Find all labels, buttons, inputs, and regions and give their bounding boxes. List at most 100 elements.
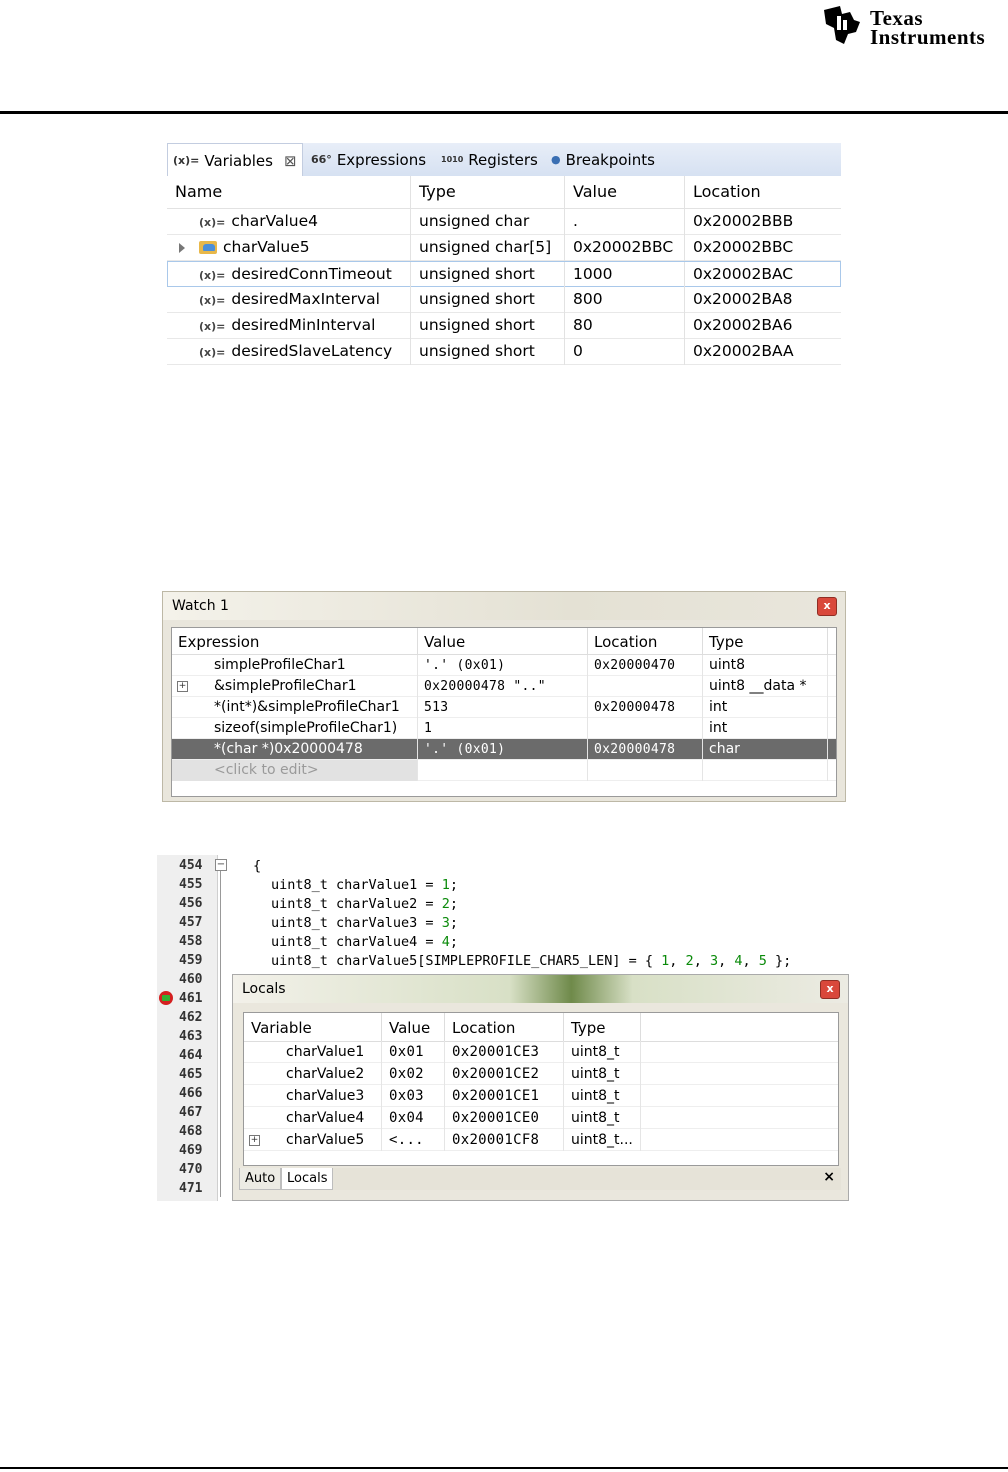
code-line-454: { bbox=[253, 858, 261, 874]
variable-icon: (x)= bbox=[199, 320, 226, 333]
column-header-value[interactable]: Value bbox=[418, 628, 588, 654]
column-header-expression[interactable]: Expression bbox=[172, 628, 418, 654]
collapse-block-icon[interactable]: − bbox=[215, 859, 227, 871]
watch-expression[interactable]: *(char *)0x20000478 bbox=[172, 739, 418, 760]
table-row[interactable]: *(int*)&simpleProfileChar1 513 0x2000047… bbox=[172, 697, 836, 718]
watch-type: int bbox=[703, 718, 828, 739]
column-header-name[interactable]: Name bbox=[167, 176, 411, 208]
watch-value[interactable]: '.' (0x01) bbox=[418, 655, 588, 676]
local-value[interactable]: <... bbox=[382, 1129, 445, 1151]
table-row-new-expression[interactable]: <click to edit> bbox=[172, 760, 836, 781]
local-value[interactable]: 0x04 bbox=[382, 1107, 445, 1129]
code-number: 1 bbox=[441, 877, 450, 893]
variables-icon: (x)= bbox=[173, 154, 200, 167]
column-header-type[interactable]: Type bbox=[703, 628, 828, 654]
watch-expression[interactable]: &simpleProfileChar1 bbox=[172, 676, 418, 697]
column-header-type[interactable]: Type bbox=[564, 1013, 641, 1041]
variable-location: 0x20002BBB bbox=[693, 212, 794, 230]
ti-logo-icon bbox=[824, 6, 860, 44]
expressions-icon: 66° bbox=[311, 153, 332, 166]
table-row[interactable]: (x)= desiredSlaveLatency unsigned short 0… bbox=[167, 339, 841, 365]
tab-variables[interactable]: (x)= Variables ⊠ bbox=[167, 143, 303, 177]
watch-value[interactable]: '.' (0x01) bbox=[418, 739, 588, 760]
variable-value[interactable]: 0 bbox=[565, 339, 685, 365]
watch-value[interactable]: 513 bbox=[418, 697, 588, 718]
local-value[interactable]: 0x02 bbox=[382, 1063, 445, 1085]
line-number: 464 bbox=[179, 1048, 203, 1063]
line-number: 462 bbox=[179, 1010, 203, 1025]
table-row-selected[interactable]: *(char *)0x20000478 '.' (0x01) 0x2000047… bbox=[172, 739, 836, 760]
column-header-value[interactable]: Value bbox=[565, 176, 685, 208]
variable-location: 0x20002BAA bbox=[693, 342, 794, 360]
close-panel-icon[interactable]: × bbox=[823, 1169, 835, 1185]
click-to-edit-field[interactable]: <click to edit> bbox=[172, 760, 418, 781]
local-variable: charValue4 bbox=[244, 1107, 382, 1129]
tab-breakpoints[interactable]: ● Breakpoints bbox=[551, 143, 655, 176]
table-row[interactable]: (x)= desiredMaxInterval unsigned short 80… bbox=[167, 287, 841, 313]
watch-value[interactable]: 0x20000478 ".." bbox=[418, 676, 588, 697]
tab-auto[interactable]: Auto bbox=[239, 1168, 282, 1190]
column-header-value[interactable]: Value bbox=[382, 1013, 445, 1041]
close-tab-icon[interactable]: ⊠ bbox=[284, 152, 297, 170]
variable-value[interactable]: 80 bbox=[565, 313, 685, 339]
local-value[interactable]: 0x03 bbox=[382, 1085, 445, 1107]
variable-value[interactable]: 0x20002BBC bbox=[565, 235, 685, 261]
line-number: 465 bbox=[179, 1067, 203, 1082]
table-row[interactable]: charValue3 0x03 0x20001CE1 uint8_t bbox=[244, 1085, 838, 1107]
locals-window: Locals x Variable Value Location Type ch… bbox=[232, 974, 849, 1201]
tab-expressions[interactable]: 66° Expressions bbox=[311, 143, 426, 176]
watch-expression[interactable]: simpleProfileChar1 bbox=[172, 655, 418, 676]
code-number: 2 bbox=[441, 896, 450, 912]
table-row-selected[interactable]: (x)= desiredConnTimeout unsigned short 10… bbox=[167, 261, 841, 288]
variable-name: charValue5 bbox=[223, 238, 310, 256]
local-variable: charValue3 bbox=[244, 1085, 382, 1107]
variable-name: desiredMaxInterval bbox=[231, 290, 380, 308]
local-location: 0x20001CE2 bbox=[445, 1063, 564, 1085]
close-icon[interactable]: x bbox=[817, 597, 837, 616]
variable-icon: (x)= bbox=[199, 346, 226, 359]
column-header-location[interactable]: Location bbox=[445, 1013, 564, 1041]
line-number: 461 bbox=[179, 991, 203, 1006]
variable-type: unsigned char[5] bbox=[411, 235, 565, 261]
watch-location: 0x20000470 bbox=[588, 655, 703, 676]
close-icon[interactable]: x bbox=[820, 980, 840, 999]
fold-guide bbox=[220, 871, 221, 1197]
tab-locals[interactable]: Locals bbox=[281, 1168, 334, 1190]
ccs-table-header: Name Type Value Location bbox=[167, 176, 841, 209]
code-text: uint8_t charValue1 = bbox=[271, 877, 442, 893]
local-variable: charValue1 bbox=[244, 1041, 382, 1063]
table-row[interactable]: charValue1 0x01 0x20001CE3 uint8_t bbox=[244, 1041, 838, 1063]
watch-expression[interactable]: sizeof(simpleProfileChar1) bbox=[172, 718, 418, 739]
tab-breakpoints-label: Breakpoints bbox=[565, 150, 655, 169]
table-row[interactable]: + &simpleProfileChar1 0x20000478 ".." ui… bbox=[172, 676, 836, 697]
watch-location bbox=[588, 718, 703, 739]
local-variable: charValue2 bbox=[244, 1063, 382, 1085]
code-text: , bbox=[742, 953, 759, 969]
variable-value[interactable]: . bbox=[565, 209, 685, 235]
column-header-variable[interactable]: Variable bbox=[244, 1013, 382, 1041]
code-text: uint8_t charValue5[SIMPLEPROFILE_CHAR5_L… bbox=[271, 953, 662, 969]
table-row[interactable]: sizeof(simpleProfileChar1) 1 int bbox=[172, 718, 836, 739]
column-header-type[interactable]: Type bbox=[411, 176, 565, 208]
locals-tab-bar: Auto Locals × bbox=[239, 1168, 841, 1190]
table-row[interactable]: charValue4 0x04 0x20001CE0 uint8_t bbox=[244, 1107, 838, 1129]
table-row[interactable]: simpleProfileChar1 '.' (0x01) 0x20000470… bbox=[172, 655, 836, 676]
variable-value[interactable]: 800 bbox=[565, 287, 685, 313]
variable-value[interactable]: 1000 bbox=[565, 262, 685, 288]
table-row[interactable]: (x)= desiredMinInterval unsigned short 80… bbox=[167, 313, 841, 339]
watch-value[interactable]: 1 bbox=[418, 718, 588, 739]
local-value[interactable]: 0x01 bbox=[382, 1041, 445, 1063]
current-statement-breakpoint-icon[interactable] bbox=[159, 991, 173, 1005]
column-header-location[interactable]: Location bbox=[588, 628, 703, 654]
variable-type: unsigned char bbox=[411, 209, 565, 235]
column-header-location[interactable]: Location bbox=[685, 176, 841, 208]
tab-registers[interactable]: 1010 Registers bbox=[441, 143, 538, 176]
code-text: }; bbox=[766, 953, 792, 969]
table-row[interactable]: charValue2 0x02 0x20001CE2 uint8_t bbox=[244, 1063, 838, 1085]
watch-location: 0x20000478 bbox=[588, 697, 703, 718]
table-row[interactable]: charValue5 unsigned char[5] 0x20002BBC 0… bbox=[167, 235, 841, 261]
watch-value bbox=[418, 760, 588, 781]
table-row[interactable]: (x)= charValue4 unsigned char . 0x20002BB… bbox=[167, 209, 841, 235]
watch-expression[interactable]: *(int*)&simpleProfileChar1 bbox=[172, 697, 418, 718]
table-row[interactable]: + charValue5 <... 0x20001CF8 uint8_t... bbox=[244, 1129, 838, 1151]
